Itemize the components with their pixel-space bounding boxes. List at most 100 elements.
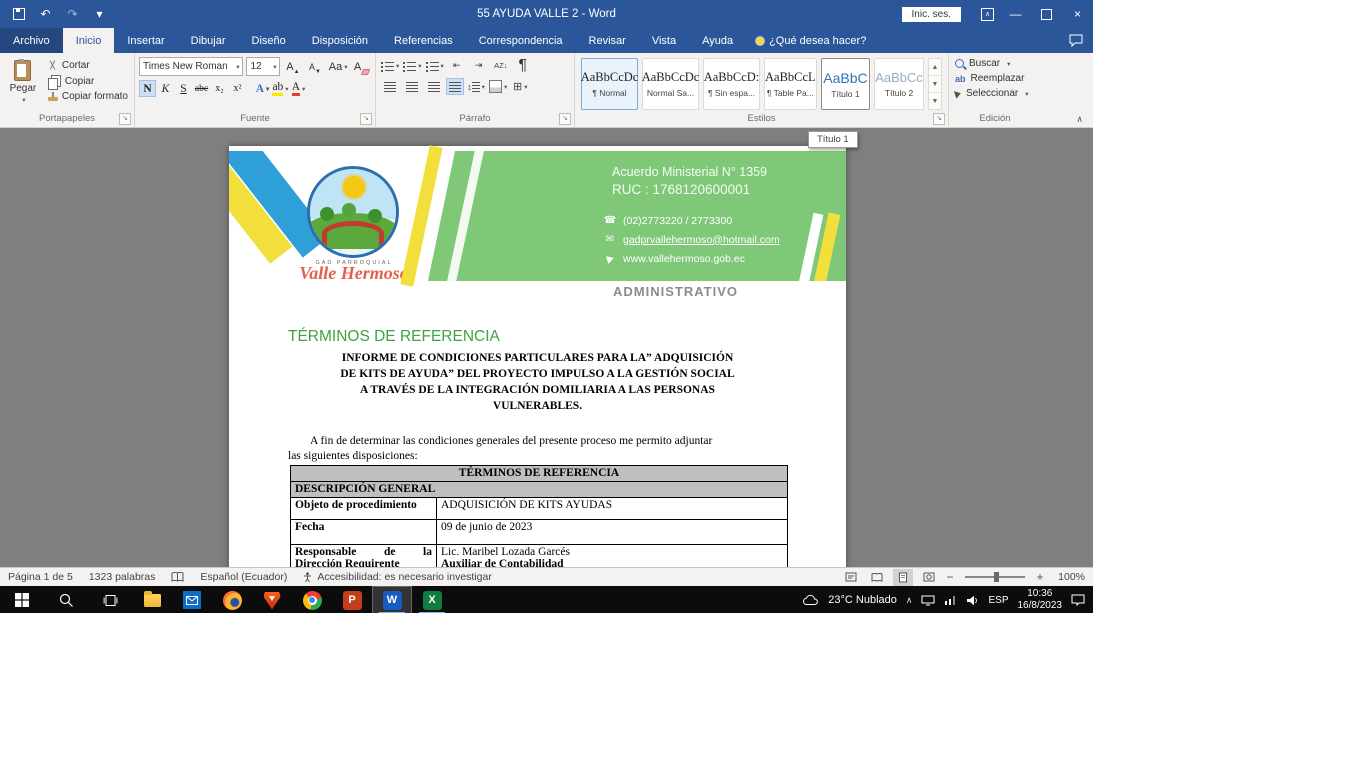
document-page[interactable]: GAD PARROQUIAL Valle Hermoso Acuerdo Min… bbox=[229, 146, 846, 567]
tab-insertar[interactable]: Insertar bbox=[114, 28, 177, 53]
minimize-button[interactable]: — bbox=[1000, 0, 1031, 28]
excel-icon[interactable]: X bbox=[412, 586, 452, 613]
highlight-button[interactable]: ab▾ bbox=[272, 80, 289, 97]
style-normal-sa[interactable]: AaBbCcDc Normal Sa... bbox=[642, 58, 699, 110]
paste-button[interactable]: Pegar ▾ bbox=[4, 57, 42, 112]
copy-button[interactable]: Copiar bbox=[46, 74, 130, 88]
clipboard-dialog-launcher-icon[interactable]: ↘ bbox=[119, 113, 131, 125]
style-titulo-1[interactable]: AaBbC Título 1 bbox=[821, 58, 871, 110]
sort-button[interactable]: AZ↓ bbox=[491, 57, 511, 74]
zoom-level[interactable]: 100% bbox=[1051, 571, 1085, 583]
change-case-button[interactable]: Aa▾ bbox=[327, 58, 348, 75]
style-titulo-2[interactable]: AaBbCc Título 2 bbox=[874, 58, 924, 110]
superscript-button[interactable]: x² bbox=[229, 80, 246, 97]
shrink-font-button[interactable]: A▼ bbox=[305, 58, 324, 75]
zoom-slider-thumb[interactable] bbox=[994, 572, 999, 582]
proofing-icon[interactable] bbox=[171, 572, 184, 582]
word-count[interactable]: 1323 palabras bbox=[89, 571, 156, 583]
bullets-button[interactable]: ▾ bbox=[380, 57, 400, 74]
task-view-button[interactable] bbox=[88, 586, 132, 613]
zoom-slider[interactable] bbox=[965, 576, 1025, 578]
accessibility-status[interactable]: Accesibilidad: es necesario investigar bbox=[303, 571, 492, 583]
style-sin-espaciado[interactable]: AaBbCcD: ¶ Sin espa... bbox=[703, 58, 760, 110]
align-left-button[interactable] bbox=[380, 78, 400, 95]
tab-inicio[interactable]: Inicio bbox=[63, 28, 115, 53]
volume-icon[interactable] bbox=[966, 595, 979, 606]
firefox-icon[interactable] bbox=[212, 586, 252, 613]
tab-vista[interactable]: Vista bbox=[639, 28, 689, 53]
styles-gallery-scroll[interactable]: ▲ ▼ ▼ bbox=[928, 58, 942, 110]
brave-icon[interactable] bbox=[252, 586, 292, 613]
zoom-in-button[interactable]: + bbox=[1035, 570, 1045, 584]
start-button[interactable] bbox=[0, 586, 44, 613]
font-size-select[interactable]: 12▾ bbox=[246, 57, 280, 76]
grow-font-button[interactable]: A▲ bbox=[283, 58, 302, 75]
comments-icon[interactable] bbox=[1069, 28, 1083, 53]
chrome-icon[interactable] bbox=[292, 586, 332, 613]
tab-referencias[interactable]: Referencias bbox=[381, 28, 466, 53]
tray-chevron-icon[interactable]: ∧ bbox=[906, 595, 913, 606]
strikethrough-button[interactable]: abc bbox=[193, 80, 210, 97]
bold-button[interactable]: N bbox=[139, 80, 156, 97]
tab-diseno[interactable]: Diseño bbox=[239, 28, 299, 53]
tab-archivo[interactable]: Archivo bbox=[0, 28, 63, 53]
styles-scroll-down-icon[interactable]: ▼ bbox=[929, 75, 941, 92]
style-table-paragraph[interactable]: AaBbCcL ¶ Table Pa... bbox=[764, 58, 817, 110]
italic-button[interactable]: K bbox=[157, 80, 174, 97]
read-mode-button[interactable] bbox=[867, 569, 887, 586]
align-center-button[interactable] bbox=[402, 78, 422, 95]
paragraph-dialog-launcher-icon[interactable]: ↘ bbox=[559, 113, 571, 125]
multilevel-list-button[interactable]: ▾ bbox=[425, 57, 445, 74]
language-indicator[interactable]: ESP bbox=[988, 595, 1008, 606]
tell-me-box[interactable]: ¿Qué desea hacer? bbox=[746, 28, 876, 53]
styles-dialog-launcher-icon[interactable]: ↘ bbox=[933, 113, 945, 125]
language-status[interactable]: Español (Ecuador) bbox=[200, 571, 287, 583]
font-family-select[interactable]: Times New Roman▾ bbox=[139, 57, 243, 76]
shading-button[interactable]: ▾ bbox=[488, 78, 508, 95]
increase-indent-button[interactable]: ⇥ bbox=[469, 57, 489, 74]
format-painter-button[interactable]: Copiar formato bbox=[46, 90, 130, 103]
cut-button[interactable]: Cortar bbox=[46, 59, 130, 72]
clock[interactable]: 10:36 16/8/2023 bbox=[1018, 588, 1063, 612]
tab-dibujar[interactable]: Dibujar bbox=[178, 28, 239, 53]
ribbon-display-options-icon[interactable]: ∧ bbox=[975, 1, 1000, 27]
line-spacing-button[interactable]: ↕▾ bbox=[466, 78, 486, 95]
align-right-button[interactable] bbox=[424, 78, 444, 95]
show-marks-button[interactable]: ¶ bbox=[513, 57, 533, 74]
close-button[interactable]: × bbox=[1062, 0, 1093, 28]
mail-icon[interactable] bbox=[172, 586, 212, 613]
styles-scroll-up-icon[interactable]: ▲ bbox=[929, 59, 941, 75]
replace-button[interactable]: abReemplazar bbox=[955, 73, 1037, 84]
maximize-button[interactable] bbox=[1031, 0, 1062, 28]
subscript-button[interactable]: x₂ bbox=[211, 80, 228, 97]
collapse-ribbon-icon[interactable]: ∧ bbox=[1076, 114, 1083, 125]
font-dialog-launcher-icon[interactable]: ↘ bbox=[360, 113, 372, 125]
network-icon[interactable] bbox=[944, 595, 957, 605]
focus-mode-button[interactable] bbox=[841, 569, 861, 586]
justify-button[interactable] bbox=[446, 78, 464, 95]
select-button[interactable]: Seleccionar▾ bbox=[955, 88, 1037, 99]
underline-button[interactable]: S bbox=[175, 80, 192, 97]
notification-center-icon[interactable] bbox=[1071, 594, 1085, 606]
web-layout-button[interactable] bbox=[919, 569, 939, 586]
sign-in-button[interactable]: Inic. ses. bbox=[902, 7, 961, 22]
weather-text[interactable]: 23°C Nublado bbox=[828, 594, 897, 606]
qat-customize-button[interactable]: ▾ bbox=[87, 1, 112, 27]
find-button[interactable]: Buscar▾ bbox=[955, 58, 1037, 69]
undo-button[interactable]: ↶ bbox=[33, 1, 58, 27]
print-layout-button[interactable] bbox=[893, 569, 913, 586]
page-indicator[interactable]: Página 1 de 5 bbox=[8, 571, 73, 583]
zoom-out-button[interactable]: − bbox=[945, 570, 955, 584]
tab-correspondencia[interactable]: Correspondencia bbox=[466, 28, 576, 53]
word-icon[interactable]: W bbox=[372, 586, 412, 613]
tab-revisar[interactable]: Revisar bbox=[576, 28, 639, 53]
save-button[interactable] bbox=[6, 1, 31, 27]
taskbar-search-button[interactable] bbox=[44, 586, 88, 613]
decrease-indent-button[interactable]: ⇤ bbox=[447, 57, 467, 74]
tab-ayuda[interactable]: Ayuda bbox=[689, 28, 746, 53]
document-area[interactable]: Título 1 GAD PARROQUIAL Valle Hermoso bbox=[0, 128, 1093, 567]
styles-gallery-more-icon[interactable]: ▼ bbox=[929, 92, 941, 109]
clear-formatting-button[interactable]: A bbox=[352, 58, 371, 75]
file-explorer-icon[interactable] bbox=[132, 586, 172, 613]
display-icon[interactable] bbox=[921, 595, 935, 606]
